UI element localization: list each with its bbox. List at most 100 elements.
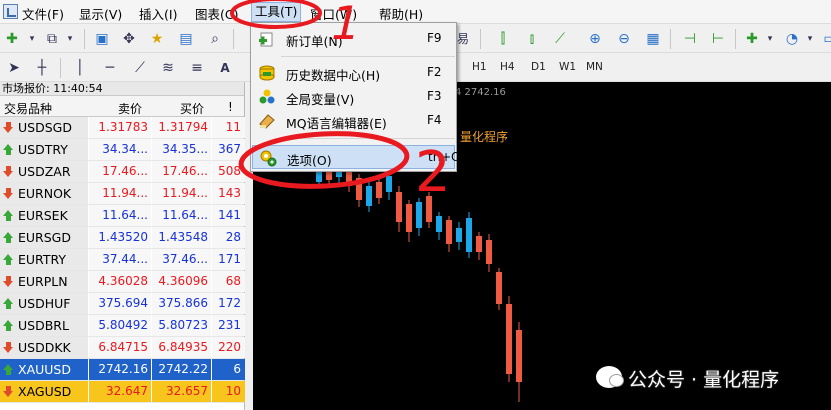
ask-cell: 1.43548 <box>152 227 211 248</box>
new-order-icon <box>258 30 276 48</box>
market-watch-title: 市场报价: 11:40:54 <box>0 82 244 96</box>
channel-icon[interactable]: ≋ <box>158 58 178 78</box>
table-row[interactable]: EURTRY 37.44... 37.46... 171 <box>0 249 245 271</box>
menu-item-history-center[interactable]: 历史数据中心(H) F2 <box>252 61 455 85</box>
timeframe-d1[interactable]: D1 <box>531 61 546 73</box>
menu-tools[interactable]: 工具(T) <box>251 2 302 22</box>
global-variables-icon <box>258 88 276 106</box>
table-row[interactable]: USDBRL 5.80492 5.80723 231 <box>0 315 245 337</box>
menu-item-mq-editor[interactable]: MQ语言编辑器(E) F4 <box>252 109 455 133</box>
text-icon[interactable]: A <box>215 58 235 78</box>
chart-shift-icon[interactable]: ⊣ <box>680 29 700 49</box>
symbol-name: EURPLN <box>18 274 68 289</box>
trendline-icon[interactable]: ⟋ <box>130 58 150 78</box>
periods-dropdown-icon[interactable]: ▾ <box>800 29 820 49</box>
favorites-icon[interactable]: ★ <box>147 29 167 49</box>
timeframe-mn[interactable]: MN <box>586 61 603 73</box>
symbol-cell: USDSGD <box>0 117 88 138</box>
table-row[interactable]: USDSGD 1.31783 1.31794 11 <box>0 117 245 139</box>
terminal-icon[interactable]: ▤ <box>176 29 196 49</box>
table-row[interactable]: EURSEK 11.64... 11.64... 141 <box>0 205 245 227</box>
zoom-in-icon[interactable]: ⊕ <box>585 29 605 49</box>
options-icon <box>259 149 277 167</box>
candle-body <box>476 236 482 252</box>
bid-cell: 34.34... <box>89 139 151 160</box>
indicators-dropdown-icon[interactable]: ▾ <box>760 29 780 49</box>
symbol-name: USDZAR <box>18 164 71 179</box>
column-ask[interactable]: 买价 <box>180 100 204 117</box>
crosshair-icon[interactable]: ┼ <box>32 58 52 78</box>
table-row[interactable]: EURPLN 4.36028 4.36096 68 <box>0 271 245 293</box>
symbol-cell: EURPLN <box>0 271 88 292</box>
table-row[interactable]: EURNOK 11.94... 11.94... 143 <box>0 183 245 205</box>
autotrading-label[interactable]: 易 <box>455 29 471 49</box>
menu-view[interactable]: 显示(V) <box>79 4 122 23</box>
table-row[interactable]: USDHUF 375.694 375.866 172 <box>0 293 245 315</box>
menu-item-shortcut: F3 <box>427 89 442 103</box>
candle-body <box>446 220 452 244</box>
spread-cell: 172 <box>212 293 245 314</box>
timeframe-h1[interactable]: H1 <box>472 61 487 73</box>
candle-body <box>356 178 362 200</box>
ask-cell: 5.80723 <box>152 315 211 336</box>
tile-windows-icon[interactable]: ▦ <box>643 29 663 49</box>
ask-cell: 32.657 <box>152 381 211 402</box>
table-row[interactable]: XAGUSD 32.647 32.657 10 <box>0 381 245 403</box>
market-watch-icon[interactable]: ▣ <box>92 29 112 49</box>
candlestick-icon[interactable]: ⫾ <box>522 29 542 49</box>
menu-separator <box>281 56 455 57</box>
zoom-out-icon[interactable]: ⊖ <box>614 29 634 49</box>
symbol-cell: USDDKK <box>0 337 88 358</box>
arrow-up-icon <box>3 298 14 309</box>
wechat-logo-icon <box>596 366 624 388</box>
autoscroll-icon[interactable]: ⊢ <box>708 29 728 49</box>
menu-file[interactable]: 文件(F) <box>22 4 64 23</box>
menu-item-options[interactable]: 选项(O) trl+O <box>252 145 460 169</box>
timeframe-w1[interactable]: W1 <box>559 61 576 73</box>
symbol-name: XAGUSD <box>18 384 72 399</box>
menu-item-global-variables[interactable]: 全局变量(V) F3 <box>252 85 455 109</box>
vertical-line-icon[interactable]: │ <box>70 58 90 78</box>
arrow-up-icon <box>3 320 14 331</box>
periods-icon[interactable]: ◔ <box>782 29 802 49</box>
table-row[interactable]: XAUUSD 2742.16 2742.22 6 <box>0 359 245 381</box>
menu-charts[interactable]: 图表(C) <box>195 4 238 23</box>
arrow-down-icon <box>3 122 14 133</box>
column-spread[interactable]: ! <box>228 100 233 114</box>
profiles-icon[interactable]: ⧉ <box>42 29 62 49</box>
cursor-icon[interactable]: ➤ <box>4 58 24 78</box>
bar-chart-icon[interactable]: ⫿ <box>493 29 513 49</box>
table-row[interactable]: USDTRY 34.34... 34.35... 367 <box>0 139 245 161</box>
candle-body <box>426 196 432 222</box>
horizontal-line-icon[interactable]: ─ <box>100 58 120 78</box>
market-watch-rows: USDSGD 1.31783 1.31794 11 USDTRY 34.34... 34.3… <box>0 117 245 403</box>
profiles-dropdown-icon[interactable]: ▾ <box>60 29 80 49</box>
line-chart-icon[interactable]: ⟋ <box>550 29 570 49</box>
new-chart-icon[interactable]: ✚ <box>2 29 22 49</box>
history-center-icon <box>258 64 276 82</box>
table-row[interactable]: USDZAR 17.46... 17.46... 508 <box>0 161 245 183</box>
menu-item-new-order[interactable]: 新订单(N) F9 <box>252 27 455 51</box>
candle-body <box>366 186 372 206</box>
fibonacci-icon[interactable]: ≡ <box>187 58 207 78</box>
menu-item-label: 选项(O) <box>287 153 332 168</box>
candle-body <box>386 176 392 192</box>
navigator-icon[interactable]: ✥ <box>119 29 139 49</box>
timeframe-h4[interactable]: H4 <box>500 61 515 73</box>
column-bid[interactable]: 卖价 <box>118 100 142 117</box>
dropdown-arrow-icon[interactable]: ▾ <box>22 29 42 49</box>
table-row[interactable]: EURSGD 1.43520 1.43548 28 <box>0 227 245 249</box>
column-symbol[interactable]: 交易品种 <box>4 100 52 117</box>
arrow-up-icon <box>3 210 14 221</box>
spread-cell: 508 <box>212 161 245 182</box>
menu-insert[interactable]: 插入(I) <box>139 4 177 23</box>
candle-body <box>456 228 462 242</box>
table-row[interactable]: USDDKK 6.84715 6.84935 220 <box>0 337 245 359</box>
tester-icon[interactable]: ⌕ <box>205 29 225 49</box>
candle-body <box>506 304 512 374</box>
menu-help[interactable]: 帮助(H) <box>379 4 423 23</box>
templates-icon[interactable]: ▭ <box>820 29 831 49</box>
menu-window[interactable]: 窗口(W) <box>310 4 357 23</box>
symbol-name: USDBRL <box>18 318 69 333</box>
indicators-icon[interactable]: ✚ <box>742 29 762 49</box>
